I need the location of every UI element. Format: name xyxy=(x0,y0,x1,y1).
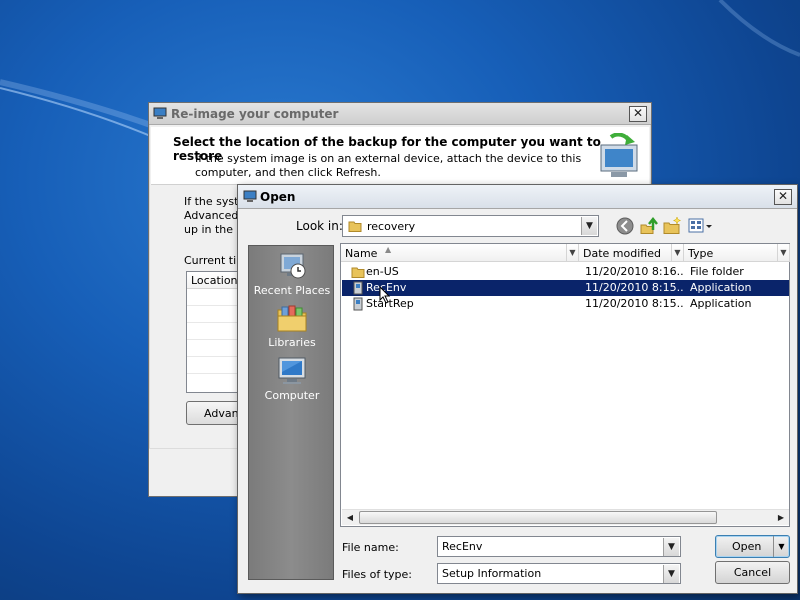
reimage-body-line: up in the lis xyxy=(184,223,244,236)
file-type: File folder xyxy=(690,265,744,278)
cancel-button[interactable]: Cancel xyxy=(715,561,790,584)
back-arrow-icon xyxy=(616,217,634,235)
file-type-dropdown[interactable]: Setup Information ▼ xyxy=(437,563,681,584)
open-dialog: Open ✕ Look in: recovery ▼ Recent Places… xyxy=(237,184,798,594)
chevron-down-icon[interactable]: ▼ xyxy=(663,538,679,556)
reimage-header-subtitle: If the system image is on an external de… xyxy=(195,152,582,179)
file-list[interactable]: Name ▲ ▼ Date modified ▼ Type ▼ en-US 11… xyxy=(340,243,790,527)
open-dialog-title: Open xyxy=(260,190,296,204)
file-type-value: Setup Information xyxy=(442,567,542,580)
place-computer[interactable]: Computer xyxy=(249,355,335,402)
column-header-label: Name xyxy=(345,247,378,260)
open-button[interactable]: Open ▼ xyxy=(715,535,790,558)
reimage-window-icon xyxy=(153,107,167,123)
scrollbar-thumb[interactable] xyxy=(359,511,717,524)
backup-restore-icon xyxy=(597,132,641,184)
chevron-down-icon[interactable]: ▼ xyxy=(566,244,578,261)
chevron-down-icon[interactable]: ▼ xyxy=(663,565,679,583)
file-name: RecEnv xyxy=(366,281,407,294)
open-dialog-titlebar[interactable]: Open ✕ xyxy=(238,185,797,209)
file-row-en-us[interactable]: en-US 11/20/2010 8:16... File folder xyxy=(342,264,789,280)
file-date: 11/20/2010 8:16... xyxy=(585,265,683,278)
new-folder-button[interactable] xyxy=(662,216,682,236)
column-header-label: Date modified xyxy=(583,247,661,260)
reimage-window-title: Re-image your computer xyxy=(171,107,339,121)
column-header-name[interactable]: Name ▲ ▼ xyxy=(341,244,579,262)
reimage-body-text: If the syste Advanced up in the lis xyxy=(184,195,244,237)
file-name-value: RecEnv xyxy=(442,540,483,553)
look-in-value: recovery xyxy=(367,220,416,233)
file-type: Application xyxy=(690,297,752,310)
open-button-label: Open xyxy=(732,540,762,553)
place-recent-places[interactable]: Recent Places xyxy=(249,250,335,297)
file-row-recenv[interactable]: RecEnv 11/20/2010 8:15... Application xyxy=(342,280,789,296)
scroll-right-icon[interactable]: ▶ xyxy=(773,510,789,525)
reimage-body-line: If the syste xyxy=(184,195,244,208)
file-type: Application xyxy=(690,281,752,294)
file-date: 11/20/2010 8:15... xyxy=(585,297,683,310)
file-date: 11/20/2010 8:15... xyxy=(585,281,683,294)
folder-icon xyxy=(348,219,362,236)
computer-icon xyxy=(278,357,306,384)
libraries-icon xyxy=(277,305,307,332)
file-name: StartRep xyxy=(366,297,414,310)
open-dialog-icon xyxy=(243,190,257,206)
back-button[interactable] xyxy=(615,216,635,236)
mouse-cursor-icon xyxy=(379,286,391,304)
reimage-titlebar[interactable]: Re-image your computer ✕ xyxy=(149,103,651,125)
place-libraries[interactable]: Libraries xyxy=(249,302,335,349)
view-menu-icon xyxy=(688,218,712,233)
up-folder-icon xyxy=(640,216,658,234)
file-type-label: Files of type: xyxy=(342,568,413,581)
file-name: en-US xyxy=(366,265,399,278)
up-folder-button[interactable] xyxy=(639,216,659,236)
column-header-date[interactable]: Date modified ▼ xyxy=(579,244,684,262)
column-header-label: Type xyxy=(688,247,714,260)
file-name-label: File name: xyxy=(342,541,399,554)
file-name-field[interactable]: RecEnv ▼ xyxy=(437,536,681,557)
chevron-down-icon[interactable]: ▼ xyxy=(777,244,789,261)
place-label: Libraries xyxy=(268,336,316,349)
open-options-chevron-icon[interactable]: ▼ xyxy=(773,536,789,557)
sort-ascending-icon: ▲ xyxy=(385,245,392,254)
view-menu-button[interactable] xyxy=(687,216,713,236)
application-icon xyxy=(351,296,365,314)
reimage-header: Select the location of the backup for th… xyxy=(151,127,649,185)
file-row-startrep[interactable]: StartRep 11/20/2010 8:15... Application xyxy=(342,296,789,312)
place-label: Computer xyxy=(264,389,320,402)
reimage-close-button[interactable]: ✕ xyxy=(629,106,647,122)
recent-places-icon xyxy=(280,253,306,279)
look-in-dropdown[interactable]: recovery ▼ xyxy=(342,215,599,237)
chevron-down-icon[interactable]: ▼ xyxy=(581,217,597,235)
chevron-down-icon[interactable]: ▼ xyxy=(671,244,683,261)
place-label: Recent Places xyxy=(253,284,331,297)
new-folder-icon xyxy=(663,216,682,234)
scroll-left-icon[interactable]: ◀ xyxy=(342,510,358,525)
open-dialog-close-button[interactable]: ✕ xyxy=(774,189,792,205)
places-bar: Recent Places Libraries Computer xyxy=(248,245,334,580)
horizontal-scrollbar[interactable]: ◀ ▶ xyxy=(342,509,789,525)
reimage-body-line: Advanced xyxy=(184,209,239,222)
column-header-type[interactable]: Type ▼ xyxy=(684,244,790,262)
look-in-label: Look in: xyxy=(296,219,343,233)
